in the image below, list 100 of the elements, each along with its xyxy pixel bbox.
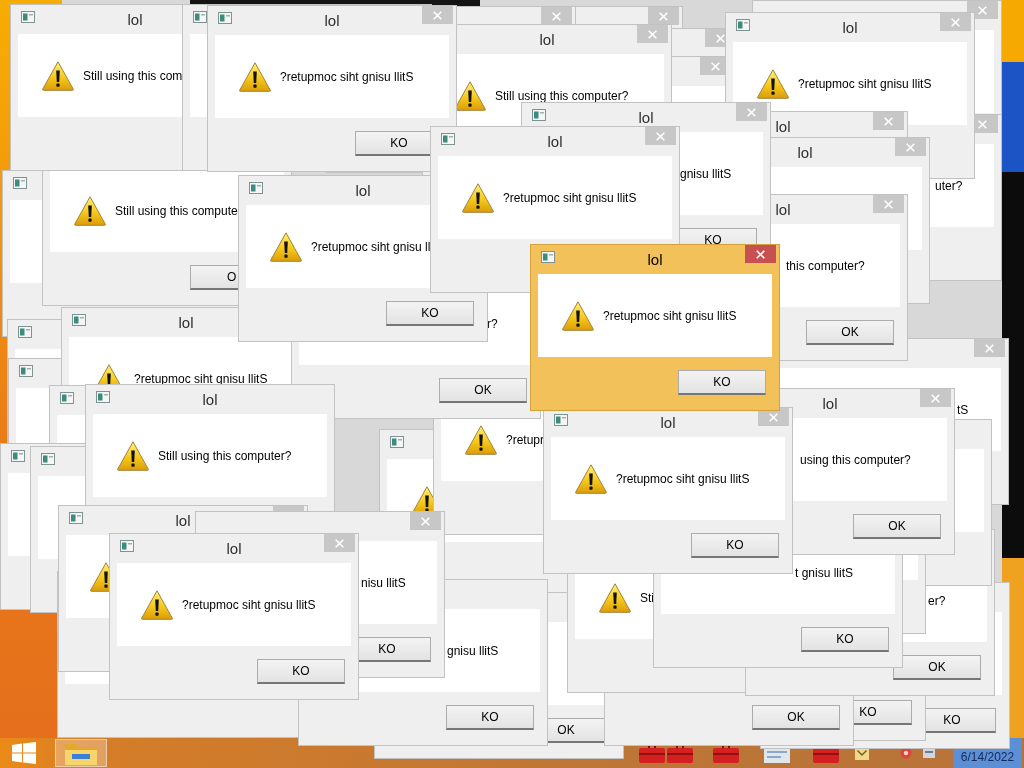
window-title: lol: [127, 10, 143, 29]
app-icon: [11, 450, 25, 462]
app-icon: [249, 182, 263, 194]
window-title: lol: [822, 394, 838, 413]
dialog-message: ?retupmoc siht gnisu llitS: [503, 190, 637, 205]
close-icon: [747, 107, 756, 117]
dialog-button[interactable]: KO: [446, 705, 534, 730]
close-icon: [552, 11, 561, 21]
close-icon: [659, 11, 668, 21]
dialog-button[interactable]: OK: [806, 320, 894, 345]
dialog-button[interactable]: OK: [853, 514, 941, 539]
window-title: lol: [355, 181, 371, 200]
window-title: lol: [539, 30, 555, 49]
close-icon: [756, 249, 765, 259]
close-icon: [433, 10, 442, 20]
dialog-message: ?retupmoc siht gnisu llitS: [280, 69, 414, 84]
warning-icon: [90, 561, 109, 592]
dialog-message: tS: [957, 402, 969, 417]
close-icon: [335, 538, 344, 548]
close-icon: [769, 412, 778, 422]
close-icon: [711, 61, 720, 71]
close-icon: [716, 33, 725, 43]
window-title: lol: [775, 200, 791, 219]
dialog-message: Still using this com: [83, 68, 183, 83]
dialog-button[interactable]: OK: [752, 705, 840, 730]
close-icon: [884, 116, 893, 126]
dialog-button[interactable]: KO: [257, 659, 345, 684]
toolbox-icon: [667, 743, 693, 763]
close-button[interactable]: [745, 245, 776, 263]
dialog-message: gnisu llitS: [447, 643, 499, 658]
dialog-button[interactable]: OK: [893, 655, 981, 680]
close-icon: [884, 199, 893, 209]
dialog-message: this computer?: [786, 258, 865, 273]
dialog-button[interactable]: KO: [691, 533, 779, 558]
dialog-message: gnisu llitS: [680, 166, 732, 181]
dialog-message: t gnisu llitS: [795, 565, 854, 580]
window-title: lol: [547, 132, 563, 151]
dialog-message: using this computer?: [800, 452, 911, 467]
close-icon: [985, 343, 994, 353]
warning-icon: [462, 182, 494, 213]
app-icon: [532, 109, 546, 121]
app-icon: [72, 314, 86, 326]
warning-icon: [599, 582, 631, 613]
dialog-button[interactable]: KO: [801, 627, 889, 652]
dialog-button[interactable]: KO: [678, 370, 766, 395]
warning-icon: [117, 440, 149, 471]
close-icon: [648, 29, 657, 39]
app-icon: [21, 11, 35, 23]
close-icon: [978, 5, 987, 15]
dialog-message: ?retupmoc siht gnisu llitS: [616, 471, 750, 486]
dialog-message: ?retupr: [506, 432, 545, 447]
dialog-button[interactable]: KO: [386, 301, 474, 326]
window-title: lol: [178, 313, 194, 332]
dialog-message: r?: [487, 316, 498, 331]
toolbox-icon: [713, 743, 739, 763]
app-icon: [218, 12, 232, 24]
dialog-message: Still using this computer?: [495, 88, 629, 103]
close-icon: [931, 393, 940, 403]
app-icon: [41, 453, 55, 465]
app-icon: [441, 133, 455, 145]
tray-app-icon[interactable]: [900, 747, 912, 759]
app-icon: [736, 19, 750, 31]
window-title: lol: [226, 539, 242, 558]
close-icon: [978, 119, 987, 129]
app-icon: [18, 326, 32, 338]
warning-icon: [454, 80, 486, 111]
toolbox-icon: [639, 743, 665, 763]
app-icon: [96, 391, 110, 403]
close-icon: [906, 142, 915, 152]
dialog-message: uter?: [935, 178, 963, 193]
warning-icon: [141, 589, 173, 620]
dialog-message: ?retupmoc siht gnisu llitS: [182, 597, 316, 612]
file-explorer-button[interactable]: [55, 739, 107, 767]
warning-icon: [239, 61, 271, 92]
dialog-message: Still using this computer?: [158, 448, 292, 463]
warning-icon: [42, 60, 74, 91]
window-title: lol: [775, 117, 791, 136]
app-icon: [390, 436, 404, 448]
dialog-message: ?retupmoc siht gnisu llitS: [603, 308, 737, 323]
warning-icon: [270, 231, 302, 262]
app-icon: [120, 540, 134, 552]
window-title: lol: [842, 18, 858, 37]
windows-logo-icon: [12, 742, 36, 764]
tray-app-icon[interactable]: [923, 747, 935, 759]
app-icon: [69, 512, 83, 524]
dialog-message: ?retupmoc siht gnisu llitS: [798, 76, 932, 91]
close-icon: [421, 516, 430, 526]
window-title: lol: [202, 390, 218, 409]
window-title: lol: [797, 143, 813, 162]
app-icon: [13, 177, 27, 189]
dialog-message: Sti: [640, 590, 654, 605]
app-icon: [60, 392, 74, 404]
app-icon: [554, 414, 568, 426]
window-title: lol: [660, 413, 676, 432]
dialog-button[interactable]: OK: [439, 378, 527, 403]
dialog-message: ?retupmoc siht gnisu ll: [311, 239, 431, 254]
app-icon: [19, 365, 33, 377]
window-title: lol: [647, 250, 663, 269]
dialog-message: Still using this compute: [115, 203, 238, 218]
window-title: lol: [324, 11, 340, 30]
